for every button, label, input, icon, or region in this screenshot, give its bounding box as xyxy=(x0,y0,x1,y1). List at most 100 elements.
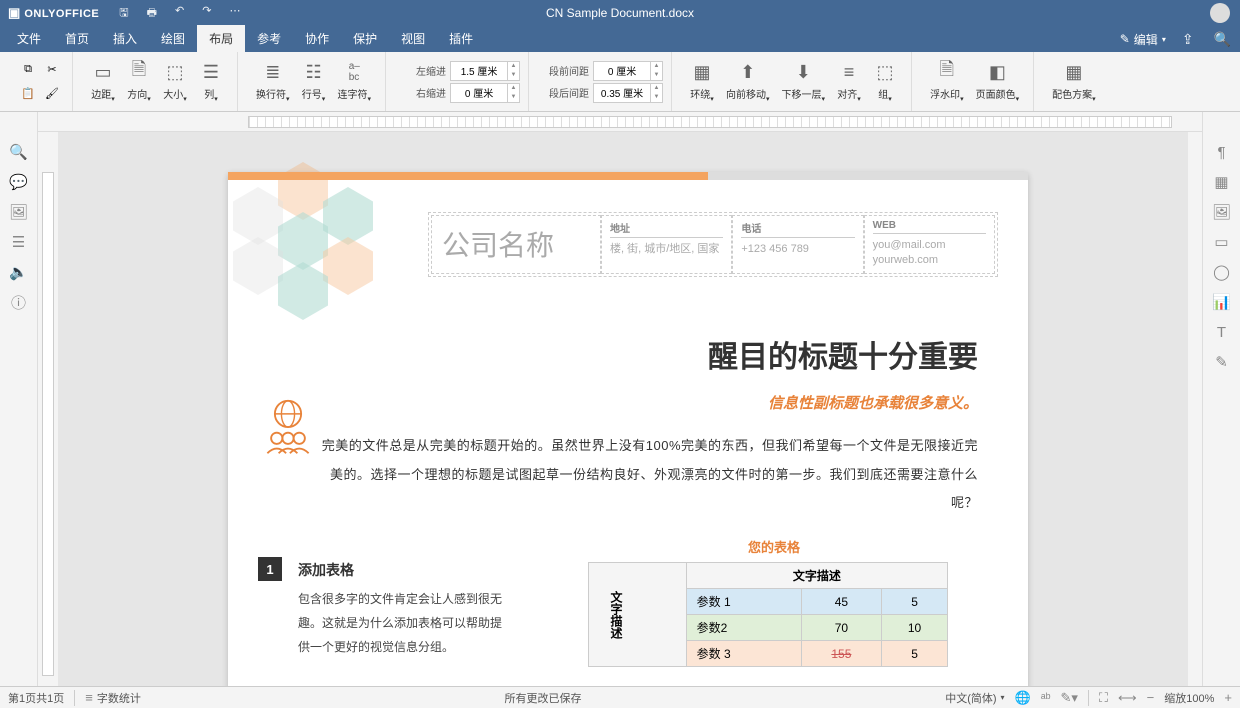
undo-icon[interactable]: ↶ xyxy=(175,4,184,23)
people-icon xyxy=(258,397,318,457)
spacing-before-label: 段前间距 xyxy=(541,63,589,78)
print-icon[interactable]: 🖶 xyxy=(147,4,157,23)
fit-page-icon[interactable]: ⛶ xyxy=(1099,690,1108,706)
tel-header: 电话 xyxy=(741,220,854,238)
orientation-button[interactable]: 🗎方向▾ xyxy=(121,58,157,105)
section-number: 1 xyxy=(258,557,282,581)
open-location-icon[interactable]: ⇪ xyxy=(1178,31,1198,48)
document-heading[interactable]: 醒目的标题十分重要 xyxy=(228,332,998,376)
tab-draw[interactable]: 绘图 xyxy=(149,25,197,52)
paste-icon[interactable]: 📋 xyxy=(18,84,38,104)
format-painter-icon[interactable]: 🖌 xyxy=(42,84,62,104)
headings-icon[interactable]: ☰ xyxy=(9,232,29,252)
more-icon[interactable]: ⋯ xyxy=(229,4,240,23)
left-sidebar: 🔍 💬 🖼 ☰ 🔈 ⓘ xyxy=(0,112,38,686)
table-title[interactable]: 您的表格 xyxy=(748,537,800,556)
intro-paragraph[interactable]: 完美的文件总是从完美的标题开始的。虽然世界上没有100%完美的东西，但我们希望每… xyxy=(318,432,978,518)
section-title[interactable]: 添加表格 xyxy=(298,560,354,580)
zoom-out-icon[interactable]: − xyxy=(1147,690,1155,705)
spell-toggle-icon[interactable]: ᵃᵇ xyxy=(1041,690,1051,705)
save-status: 所有更改已保存 xyxy=(505,690,582,706)
image-settings-icon[interactable]: 🖼 xyxy=(1212,202,1232,222)
send-backward-button[interactable]: ⬇下移一层▾ xyxy=(776,58,832,105)
avatar[interactable] xyxy=(1210,3,1230,23)
tab-references[interactable]: 参考 xyxy=(245,25,293,52)
tab-view[interactable]: 视图 xyxy=(389,25,437,52)
ribbon: ⧉ 📋 ✂ 🖌 ▭边距▾ 🗎方向▾ ⬚大小▾ ☰列▾ ≣换行符▾ ☷行号▾ a–… xyxy=(0,52,1240,112)
fit-width-icon[interactable]: ⟷ xyxy=(1118,690,1137,706)
data-table[interactable]: 文字描述文字描述 参数 1455 参数27010 参数 31555 xyxy=(588,562,948,667)
copy-icon[interactable]: ⧉ xyxy=(18,60,38,80)
cut-icon[interactable]: ✂ xyxy=(42,60,62,80)
right-sidebar: ¶ ▦ 🖼 ▭ ◯ 📊 T ✎ xyxy=(1202,112,1240,686)
company-cell[interactable]: 公司名称 xyxy=(431,215,601,274)
header-table[interactable]: 公司名称 地址楼, 街, 城市/地区, 国家 电话+123 456 789 WE… xyxy=(428,212,998,277)
language-selector[interactable]: 中文(简体) ▾ xyxy=(945,690,1004,706)
redo-icon[interactable]: ↷ xyxy=(202,4,211,23)
page: 公司名称 地址楼, 街, 城市/地区, 国家 电话+123 456 789 WE… xyxy=(228,172,1028,686)
hyphenation-button[interactable]: a–bc连字符▾ xyxy=(332,58,378,105)
header-footer-icon[interactable]: ▭ xyxy=(1212,232,1232,252)
margins-button[interactable]: ▭边距▾ xyxy=(85,58,121,105)
about-icon[interactable]: ⓘ xyxy=(9,292,29,312)
indent-left-input[interactable]: 1.5 厘米▲▼ xyxy=(450,61,520,81)
tab-file[interactable]: 文件 xyxy=(5,25,53,52)
navigation-icon[interactable]: 🖼 xyxy=(9,202,29,222)
find-icon[interactable]: 🔍 xyxy=(9,142,29,162)
color-scheme-button[interactable]: ▦配色方案▾ xyxy=(1046,58,1102,105)
indent-right-input[interactable]: 0 厘米▲▼ xyxy=(450,83,520,103)
tab-plugins[interactable]: 插件 xyxy=(437,25,485,52)
web-header: WEB xyxy=(873,220,986,234)
zoom-level[interactable]: 缩放100% xyxy=(1164,690,1214,706)
shape-settings-icon[interactable]: ◯ xyxy=(1212,262,1232,282)
tab-insert[interactable]: 插入 xyxy=(101,25,149,52)
line-numbers-button[interactable]: ☷行号▾ xyxy=(296,58,332,105)
save-icon[interactable]: 🖫 xyxy=(119,4,128,23)
edit-mode-button[interactable]: ✎ 编辑 ▾ xyxy=(1120,31,1166,48)
columns-button[interactable]: ☰列▾ xyxy=(193,58,229,105)
indent-left-label: 左缩进 xyxy=(398,63,446,78)
indent-right-label: 右缩进 xyxy=(398,85,446,100)
zoom-in-icon[interactable]: + xyxy=(1224,690,1232,705)
text-art-icon[interactable]: T xyxy=(1212,322,1232,342)
tab-layout[interactable]: 布局 xyxy=(197,25,245,52)
page-indicator[interactable]: 第1页共1页 xyxy=(8,690,64,706)
track-changes-icon[interactable]: ✎▾ xyxy=(1061,690,1078,706)
comments-icon[interactable]: 💬 xyxy=(9,172,29,192)
spellcheck-icon[interactable]: 🌐 xyxy=(1015,690,1031,706)
word-count[interactable]: ≡字数统计 xyxy=(85,690,141,706)
horizontal-ruler[interactable] xyxy=(38,112,1202,132)
wrap-button[interactable]: ▦环绕▾ xyxy=(684,58,720,105)
signature-icon[interactable]: ✎ xyxy=(1212,352,1232,372)
search-icon[interactable]: 🔍 xyxy=(1210,31,1235,48)
feedback-icon[interactable]: 🔈 xyxy=(9,262,29,282)
doc-title: CN Sample Document.docx xyxy=(546,6,694,20)
tab-collab[interactable]: 协作 xyxy=(293,25,341,52)
group-button[interactable]: ⬚组▾ xyxy=(867,58,903,105)
paragraph-settings-icon[interactable]: ¶ xyxy=(1212,142,1232,162)
size-button[interactable]: ⬚大小▾ xyxy=(157,58,193,105)
table-settings-icon[interactable]: ▦ xyxy=(1212,172,1232,192)
spacing-before-input[interactable]: 0 厘米▲▼ xyxy=(593,61,663,81)
chart-settings-icon[interactable]: 📊 xyxy=(1212,292,1232,312)
page-color-button[interactable]: ◧页面颜色▾ xyxy=(970,58,1026,105)
bring-forward-button[interactable]: ⬆向前移动▾ xyxy=(720,58,776,105)
vertical-ruler[interactable] xyxy=(38,132,58,686)
breaks-button[interactable]: ≣换行符▾ xyxy=(250,58,296,105)
tab-protect[interactable]: 保护 xyxy=(341,25,389,52)
align-button[interactable]: ≡对齐▾ xyxy=(831,58,867,105)
table-side-header: 文字描述 xyxy=(597,591,625,639)
document-canvas[interactable]: 公司名称 地址楼, 街, 城市/地区, 国家 电话+123 456 789 WE… xyxy=(58,132,1188,686)
document-subtitle[interactable]: 信息性副标题也承载很多意义。 xyxy=(228,392,978,413)
table-top-header: 文字描述 xyxy=(686,563,947,589)
addr-header: 地址 xyxy=(610,220,723,238)
section-body[interactable]: 包含很多字的文件肯定会让人感到很无趣。这就是为什么添加表格可以帮助提供一个更好的… xyxy=(298,587,508,659)
app-logo: ▣ ONLYOFFICE xyxy=(8,5,99,21)
spacing-after-input[interactable]: 0.35 厘米▲▼ xyxy=(593,83,663,103)
spacing-after-label: 段后间距 xyxy=(541,85,589,100)
vertical-scrollbar[interactable] xyxy=(1188,132,1202,686)
watermark-button[interactable]: 🗎浮水印▾ xyxy=(924,58,970,105)
tab-bar: 文件 首页 插入 绘图 布局 参考 协作 保护 视图 插件 ✎ 编辑 ▾ ⇪ 🔍 xyxy=(0,26,1240,52)
status-bar: 第1页共1页 ≡字数统计 所有更改已保存 中文(简体) ▾ 🌐 ᵃᵇ ✎▾ ⛶ … xyxy=(0,686,1240,708)
tab-home[interactable]: 首页 xyxy=(53,25,101,52)
